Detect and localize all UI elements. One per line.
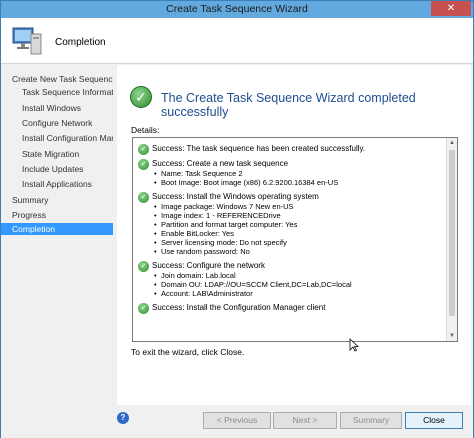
detail-bullet: Image index: 1 - REFERENCEDrive xyxy=(152,211,443,220)
scroll-down-arrow-icon[interactable]: ▼ xyxy=(447,331,457,341)
wizard-window: Create Task Sequence Wizard ✕ Completion… xyxy=(0,0,474,438)
completion-panel: ✓ The Create Task Sequence Wizard comple… xyxy=(117,65,471,405)
wizard-footer: ? < Previous Next > Summary Close xyxy=(1,405,473,438)
detail-entry: ✓ Success: Install the Windows operating… xyxy=(138,192,443,256)
step-state-migration[interactable]: State Migration xyxy=(1,148,113,160)
step-include-updates[interactable]: Include Updates xyxy=(1,163,113,175)
detail-entry-title: Success: The task sequence has been crea… xyxy=(152,144,366,153)
wizard-steps-sidebar: Create New Task Sequence Task Sequence I… xyxy=(1,65,113,405)
exit-instructions: To exit the wizard, click Close. xyxy=(131,347,245,357)
step-progress[interactable]: Progress xyxy=(1,209,113,221)
detail-entry-title: Success: Install the Windows operating s… xyxy=(152,192,319,201)
help-icon[interactable]: ? xyxy=(117,412,129,424)
detail-bullet: Domain OU: LDAP://OU=SCCM Client,DC=Lab,… xyxy=(152,280,443,289)
close-window-button[interactable]: ✕ xyxy=(431,1,471,16)
success-check-icon: ✓ xyxy=(138,144,149,155)
step-task-sequence-information[interactable]: Task Sequence Informati xyxy=(1,86,113,98)
close-button[interactable]: Close xyxy=(405,412,463,429)
step-configure-network[interactable]: Configure Network xyxy=(1,117,113,129)
detail-bullet: Partition and format target computer: Ye… xyxy=(152,220,443,229)
mouse-cursor-icon xyxy=(349,338,359,352)
details-textbox[interactable]: ✓ Success: The task sequence has been cr… xyxy=(132,137,458,342)
completion-headline: The Create Task Sequence Wizard complete… xyxy=(161,91,416,119)
next-button[interactable]: Next > xyxy=(273,412,337,429)
detail-bullet: Enable BitLocker: Yes xyxy=(152,229,443,238)
step-create-new-task-sequence[interactable]: Create New Task Sequence xyxy=(1,73,113,85)
scroll-thumb[interactable] xyxy=(449,150,455,316)
step-install-windows[interactable]: Install Windows xyxy=(1,102,113,114)
step-summary[interactable]: Summary xyxy=(1,194,113,206)
detail-entry-title: Success: Configure the network xyxy=(152,261,265,270)
computer-icon xyxy=(12,27,42,55)
success-check-icon: ✓ xyxy=(138,192,149,203)
success-check-icon: ✓ xyxy=(138,303,149,314)
summary-button[interactable]: Summary xyxy=(340,412,402,429)
details-scrollbar[interactable]: ▲ ▼ xyxy=(446,138,457,341)
detail-bullet: Account: LAB\Administrator xyxy=(152,289,443,298)
detail-bullet: Server licensing mode: Do not specify xyxy=(152,238,443,247)
detail-entry-title: Success: Install the Configuration Manag… xyxy=(152,303,326,312)
detail-bullet: Join domain: Lab.local xyxy=(152,271,443,280)
page-title: Completion xyxy=(55,37,106,48)
detail-entry: ✓ Success: Create a new task sequence Na… xyxy=(138,159,443,187)
details-content: ✓ Success: The task sequence has been cr… xyxy=(138,144,443,318)
detail-bullet: Name: Task Sequence 2 xyxy=(152,169,443,178)
detail-bullet: Image package: Windows 7 New en-US xyxy=(152,202,443,211)
detail-entry: ✓ Success: The task sequence has been cr… xyxy=(138,144,443,155)
details-label: Details: xyxy=(131,125,160,135)
step-completion[interactable]: Completion xyxy=(1,223,113,235)
wizard-header: Completion xyxy=(1,18,473,64)
step-install-applications[interactable]: Install Applications xyxy=(1,178,113,190)
previous-button[interactable]: < Previous xyxy=(203,412,271,429)
success-check-icon: ✓ xyxy=(138,159,149,170)
detail-bullet: Boot Image: Boot image (x86) 6.2.9200.16… xyxy=(152,178,443,187)
detail-bullet: Use random password: No xyxy=(152,247,443,256)
step-install-configuration-manager[interactable]: Install Configuration Mar xyxy=(1,132,113,144)
success-check-icon: ✓ xyxy=(130,86,152,108)
detail-entry: ✓ Success: Configure the network Join do… xyxy=(138,261,443,298)
detail-entry: ✓ Success: Install the Configuration Man… xyxy=(138,303,443,314)
detail-entry-title: Success: Create a new task sequence xyxy=(152,159,289,168)
title-bar: Create Task Sequence Wizard ✕ xyxy=(1,1,473,18)
window-title: Create Task Sequence Wizard xyxy=(166,3,308,15)
success-check-icon: ✓ xyxy=(138,261,149,272)
scroll-up-arrow-icon[interactable]: ▲ xyxy=(447,138,457,148)
